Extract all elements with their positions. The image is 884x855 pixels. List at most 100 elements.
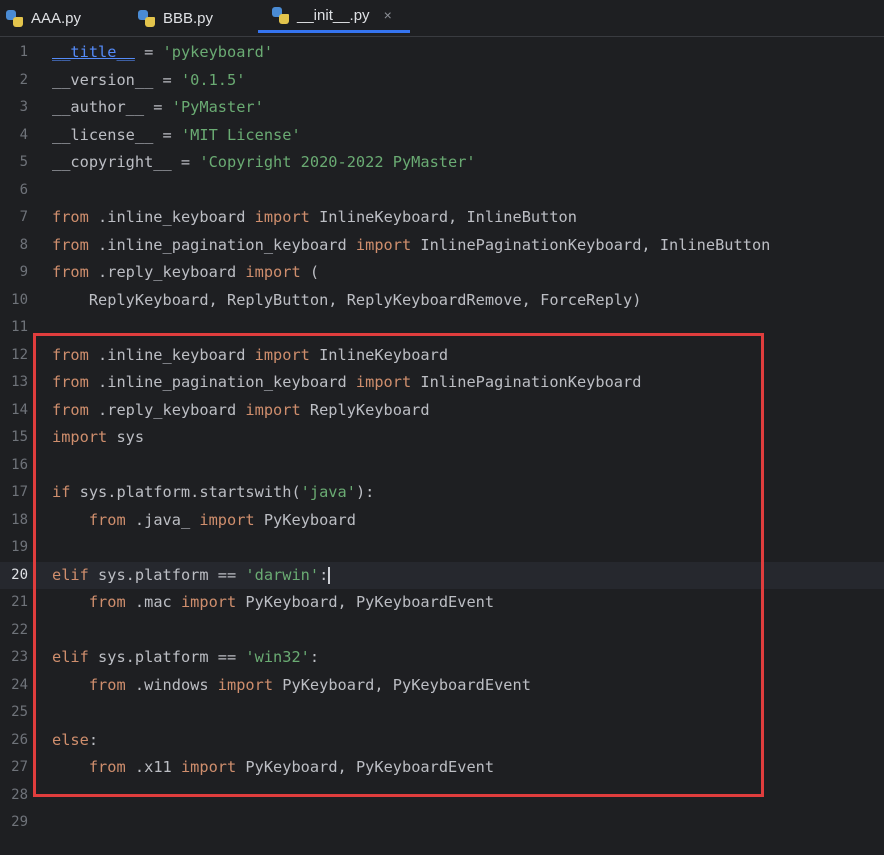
code-line[interactable]: from .inline_pagination_keyboard import … [52, 236, 770, 254]
string-token: 'Copyright 2020-2022 PyMaster' [199, 153, 476, 171]
keyword-token: import [180, 758, 237, 776]
code-line[interactable]: from .reply_keyboard import ReplyKeyboar… [52, 401, 430, 419]
python-file-icon [272, 6, 289, 24]
code-line[interactable]: from .windows import PyKeyboard, PyKeybo… [52, 676, 531, 694]
code-token: : [319, 565, 329, 584]
code-line[interactable]: __title__ = 'pykeyboard' [52, 43, 273, 61]
code-token: .inline_pagination_keyboard [88, 235, 356, 254]
text-caret [328, 566, 331, 584]
string-token: 'java' [300, 483, 356, 501]
keyword-token: import [52, 428, 108, 446]
string-token: 'win32' [245, 648, 310, 666]
code-line[interactable]: from .mac import PyKeyboard, PyKeyboardE… [52, 593, 494, 611]
tab-aaa-py[interactable]: AAA.py [6, 0, 81, 36]
line-number: 13 [11, 374, 28, 390]
keyword-token: import [245, 400, 301, 419]
string-token: 'darwin' [245, 565, 320, 584]
identifier-link: __title__ [52, 43, 135, 61]
code-line[interactable]: __license__ = 'MIT License' [52, 126, 301, 144]
code-line[interactable]: ReplyKeyboard, ReplyButton, ReplyKeyboar… [52, 290, 642, 309]
line-number: 26 [11, 731, 28, 748]
code-line[interactable]: from .reply_keyboard import ( [52, 263, 319, 281]
code-editor[interactable]: 1 __title__ = 'pykeyboard' 2 __version__ = … [0, 37, 884, 855]
keyword-token: from [52, 373, 89, 391]
line-number: 8 [19, 236, 28, 253]
line-number: 5 [19, 154, 28, 170]
code-token: = [134, 43, 163, 61]
code-token: ReplyKeyboard, ReplyButton, ReplyKeyboar… [52, 290, 642, 309]
code-token: ): [355, 483, 375, 501]
code-token: .mac [125, 593, 181, 611]
keyword-token: from [88, 593, 126, 611]
code-line[interactable]: from .inline_keyboard import InlineKeybo… [52, 208, 577, 226]
code-line[interactable]: elif sys.platform == 'darwin': [52, 565, 331, 584]
keyword-token: from [52, 345, 89, 364]
line-number: 9 [19, 264, 28, 280]
line-number: 20 [11, 566, 28, 583]
code-token: PyKeyboard, PyKeyboardEvent [236, 593, 495, 611]
keyword-token: from [88, 675, 126, 694]
line-number: 12 [11, 346, 28, 363]
code-token: ReplyKeyboard [300, 400, 430, 419]
line-number: 6 [19, 181, 28, 198]
tab-label: __init__.py [297, 6, 370, 24]
keyword-token: import [245, 263, 301, 281]
code-token: InlineKeyboard, InlineButton [309, 208, 577, 226]
line-number: 3 [19, 99, 28, 115]
line-number: 23 [11, 649, 28, 665]
tab-init-py[interactable]: __init__.py × [258, 0, 410, 33]
code-line[interactable]: __author__ = 'PyMaster' [52, 98, 264, 116]
tab-label: AAA.py [31, 9, 82, 27]
keyword-token: elif [52, 648, 89, 666]
code-token: sys.platform == [88, 648, 246, 666]
tab-bbb-py[interactable]: BBB.py [138, 0, 213, 36]
code-line[interactable]: from .x11 import PyKeyboard, PyKeyboardE… [52, 758, 494, 776]
code-token: .java_ [125, 510, 200, 529]
code-line[interactable]: if sys.platform.startswith('java'): [52, 483, 374, 501]
keyword-token: elif [52, 565, 89, 584]
line-number: 18 [11, 511, 28, 528]
code-line[interactable]: from .java_ import PyKeyboard [52, 511, 356, 529]
code-token: .inline_pagination_keyboard [88, 373, 356, 391]
string-token: 'MIT License' [180, 125, 301, 144]
code-token: InlineKeyboard [309, 345, 449, 364]
code-line[interactable]: import sys [52, 428, 144, 446]
code-token: __license__ = [52, 125, 181, 144]
python-file-icon [6, 9, 23, 27]
keyword-token: import [217, 675, 274, 694]
code-token: .reply_keyboard [88, 400, 246, 419]
code-token: __version__ = [52, 70, 181, 89]
code-line[interactable]: from .inline_keyboard import InlineKeybo… [52, 346, 448, 364]
close-icon[interactable]: × [384, 7, 392, 23]
keyword-token: from [52, 208, 89, 226]
code-line[interactable]: else: [52, 731, 98, 749]
line-number: 29 [11, 814, 28, 830]
code-token: : [309, 648, 320, 666]
code-line[interactable]: __version__ = '0.1.5' [52, 71, 245, 89]
code-token: PyKeyboard [254, 510, 356, 529]
keyword-token: import [254, 345, 310, 364]
code-token: .x11 [125, 758, 181, 776]
tab-label: BBB.py [163, 9, 214, 27]
line-number: 27 [11, 759, 28, 775]
line-number: 2 [19, 71, 28, 88]
code-token: sys.platform == [88, 565, 246, 584]
keyword-token: if [52, 483, 71, 501]
code-line[interactable]: from .inline_pagination_keyboard import … [52, 373, 641, 391]
code-line[interactable]: __copyright__ = 'Copyright 2020-2022 PyM… [52, 153, 476, 171]
keyword-token: import [355, 235, 412, 254]
keyword-token: from [52, 400, 89, 419]
code-token: InlinePaginationKeyboard [411, 373, 642, 391]
line-number: 16 [11, 456, 28, 473]
line-number: 1 [19, 44, 28, 60]
code-token: .windows [125, 675, 218, 694]
code-line[interactable]: elif sys.platform == 'win32': [52, 648, 319, 666]
string-token: '0.1.5' [180, 70, 246, 89]
line-number: 21 [11, 594, 28, 610]
keyword-token: from [52, 263, 89, 281]
string-token: 'PyMaster' [171, 98, 264, 116]
keyword-token: import [199, 510, 255, 529]
